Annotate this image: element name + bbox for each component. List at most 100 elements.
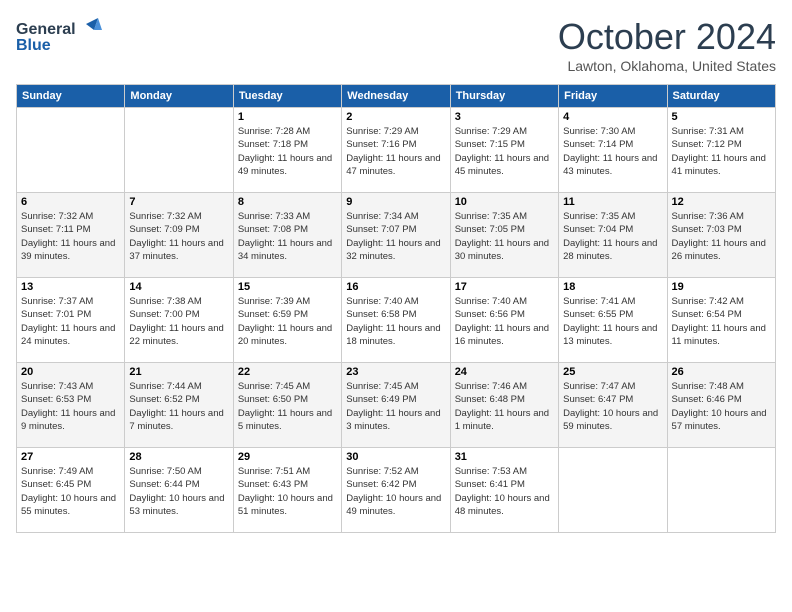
day-number: 11 [563, 196, 662, 208]
day-info: Sunrise: 7:43 AMSunset: 6:53 PMDaylight:… [21, 380, 120, 433]
day-number: 17 [455, 281, 554, 293]
day-info: Sunrise: 7:50 AMSunset: 6:44 PMDaylight:… [129, 465, 228, 518]
day-number: 12 [672, 196, 771, 208]
day-info: Sunrise: 7:35 AMSunset: 7:05 PMDaylight:… [455, 210, 554, 263]
day-number: 4 [563, 111, 662, 123]
calendar-cell [17, 108, 125, 193]
day-number: 25 [563, 366, 662, 378]
day-info: Sunrise: 7:41 AMSunset: 6:55 PMDaylight:… [563, 295, 662, 348]
day-info: Sunrise: 7:34 AMSunset: 7:07 PMDaylight:… [346, 210, 445, 263]
calendar-cell: 26Sunrise: 7:48 AMSunset: 6:46 PMDayligh… [667, 363, 775, 448]
calendar-cell: 5 Sunrise: 7:31 AMSunset: 7:12 PMDaylight… [667, 108, 775, 193]
calendar-cell: 19 Sunrise: 7:42 AMSunset: 6:54 PMDayligh… [667, 278, 775, 363]
calendar-cell: 29 Sunrise: 7:51 AMSunset: 6:43 PMDayligh… [233, 448, 341, 533]
day-info: Sunrise: 7:32 AMSunset: 7:11 PMDaylight:… [21, 210, 120, 263]
day-info: Sunrise: 7:47 AMSunset: 6:47 PMDaylight:… [563, 380, 662, 433]
calendar-cell: 15Sunrise: 7:39 AMSunset: 6:59 PMDayligh… [233, 278, 341, 363]
calendar-cell [125, 108, 233, 193]
day-number: 14 [129, 281, 228, 293]
calendar-cell: 3Sunrise: 7:29 AMSunset: 7:15 PMDaylight… [450, 108, 558, 193]
day-number: 2 [346, 111, 445, 123]
calendar-week-row: 13 Sunrise: 7:37 AMSunset: 7:01 PMDayligh… [17, 278, 776, 363]
day-info: Sunrise: 7:40 AMSunset: 6:56 PMDaylight:… [455, 295, 554, 348]
calendar-cell: 2 Sunrise: 7:29 AMSunset: 7:16 PMDaylight… [342, 108, 450, 193]
title-block: October 2024 Lawton, Oklahoma, United St… [558, 16, 776, 74]
day-info: Sunrise: 7:42 AMSunset: 6:54 PMDaylight:… [672, 295, 771, 348]
day-info: Sunrise: 7:38 AMSunset: 7:00 PMDaylight:… [129, 295, 228, 348]
weekday-header-row: SundayMondayTuesdayWednesdayThursdayFrid… [17, 85, 776, 108]
calendar-cell: 24Sunrise: 7:46 AMSunset: 6:48 PMDayligh… [450, 363, 558, 448]
weekday-header: Thursday [450, 85, 558, 108]
day-number: 28 [129, 451, 228, 463]
day-number: 21 [129, 366, 228, 378]
svg-text:General: General [16, 21, 76, 38]
day-number: 20 [21, 366, 120, 378]
weekday-header: Wednesday [342, 85, 450, 108]
weekday-header: Monday [125, 85, 233, 108]
day-info: Sunrise: 7:37 AMSunset: 7:01 PMDaylight:… [21, 295, 120, 348]
day-number: 1 [238, 111, 337, 123]
day-info: Sunrise: 7:45 AMSunset: 6:50 PMDaylight:… [238, 380, 337, 433]
calendar-cell: 28 Sunrise: 7:50 AMSunset: 6:44 PMDayligh… [125, 448, 233, 533]
calendar-cell: 16 Sunrise: 7:40 AMSunset: 6:58 PMDayligh… [342, 278, 450, 363]
calendar-cell: 14 Sunrise: 7:38 AMSunset: 7:00 PMDayligh… [125, 278, 233, 363]
day-number: 6 [21, 196, 120, 208]
day-info: Sunrise: 7:46 AMSunset: 6:48 PMDaylight:… [455, 380, 554, 433]
month-title: October 2024 [558, 16, 776, 58]
calendar-cell: 20 Sunrise: 7:43 AMSunset: 6:53 PMDayligh… [17, 363, 125, 448]
day-info: Sunrise: 7:45 AMSunset: 6:49 PMDaylight:… [346, 380, 445, 433]
calendar-cell: 12 Sunrise: 7:36 AMSunset: 7:03 PMDayligh… [667, 193, 775, 278]
day-info: Sunrise: 7:33 AMSunset: 7:08 PMDaylight:… [238, 210, 337, 263]
day-number: 16 [346, 281, 445, 293]
day-number: 26 [672, 366, 771, 378]
day-number: 13 [21, 281, 120, 293]
day-number: 8 [238, 196, 337, 208]
calendar-cell: 7Sunrise: 7:32 AMSunset: 7:09 PMDaylight… [125, 193, 233, 278]
day-info: Sunrise: 7:53 AMSunset: 6:41 PMDaylight:… [455, 465, 554, 518]
calendar-cell [667, 448, 775, 533]
weekday-header: Sunday [17, 85, 125, 108]
day-number: 30 [346, 451, 445, 463]
calendar-cell: 4 Sunrise: 7:30 AMSunset: 7:14 PMDaylight… [559, 108, 667, 193]
day-info: Sunrise: 7:28 AMSunset: 7:18 PMDaylight:… [238, 125, 337, 178]
day-number: 10 [455, 196, 554, 208]
weekday-header: Tuesday [233, 85, 341, 108]
day-number: 29 [238, 451, 337, 463]
calendar-cell: 11 Sunrise: 7:35 AMSunset: 7:04 PMDayligh… [559, 193, 667, 278]
calendar-cell: 31Sunrise: 7:53 AMSunset: 6:41 PMDayligh… [450, 448, 558, 533]
day-info: Sunrise: 7:40 AMSunset: 6:58 PMDaylight:… [346, 295, 445, 348]
day-info: Sunrise: 7:35 AMSunset: 7:04 PMDaylight:… [563, 210, 662, 263]
day-info: Sunrise: 7:51 AMSunset: 6:43 PMDaylight:… [238, 465, 337, 518]
day-number: 3 [455, 111, 554, 123]
location: Lawton, Oklahoma, United States [558, 58, 776, 74]
day-number: 19 [672, 281, 771, 293]
calendar-cell [559, 448, 667, 533]
day-info: Sunrise: 7:36 AMSunset: 7:03 PMDaylight:… [672, 210, 771, 263]
calendar-cell: 22 Sunrise: 7:45 AMSunset: 6:50 PMDayligh… [233, 363, 341, 448]
day-number: 7 [129, 196, 228, 208]
calendar-cell: 30Sunrise: 7:52 AMSunset: 6:42 PMDayligh… [342, 448, 450, 533]
day-number: 5 [672, 111, 771, 123]
calendar-cell: 25 Sunrise: 7:47 AMSunset: 6:47 PMDayligh… [559, 363, 667, 448]
calendar-cell: 10 Sunrise: 7:35 AMSunset: 7:05 PMDayligh… [450, 193, 558, 278]
day-info: Sunrise: 7:31 AMSunset: 7:12 PMDaylight:… [672, 125, 771, 178]
day-number: 23 [346, 366, 445, 378]
calendar-cell: 21Sunrise: 7:44 AMSunset: 6:52 PMDayligh… [125, 363, 233, 448]
calendar-week-row: 20 Sunrise: 7:43 AMSunset: 6:53 PMDayligh… [17, 363, 776, 448]
day-number: 18 [563, 281, 662, 293]
calendar-cell: 9 Sunrise: 7:34 AMSunset: 7:07 PMDaylight… [342, 193, 450, 278]
logo-svg: General Blue [16, 16, 106, 56]
weekday-header: Friday [559, 85, 667, 108]
weekday-header: Saturday [667, 85, 775, 108]
day-number: 22 [238, 366, 337, 378]
day-number: 9 [346, 196, 445, 208]
calendar-cell: 17 Sunrise: 7:40 AMSunset: 6:56 PMDayligh… [450, 278, 558, 363]
calendar-table: SundayMondayTuesdayWednesdayThursdayFrid… [16, 84, 776, 533]
day-info: Sunrise: 7:49 AMSunset: 6:45 PMDaylight:… [21, 465, 120, 518]
day-info: Sunrise: 7:29 AMSunset: 7:16 PMDaylight:… [346, 125, 445, 178]
calendar-cell: 6 Sunrise: 7:32 AMSunset: 7:11 PMDaylight… [17, 193, 125, 278]
day-info: Sunrise: 7:30 AMSunset: 7:14 PMDaylight:… [563, 125, 662, 178]
calendar-cell: 8 Sunrise: 7:33 AMSunset: 7:08 PMDaylight… [233, 193, 341, 278]
day-number: 15 [238, 281, 337, 293]
day-number: 27 [21, 451, 120, 463]
